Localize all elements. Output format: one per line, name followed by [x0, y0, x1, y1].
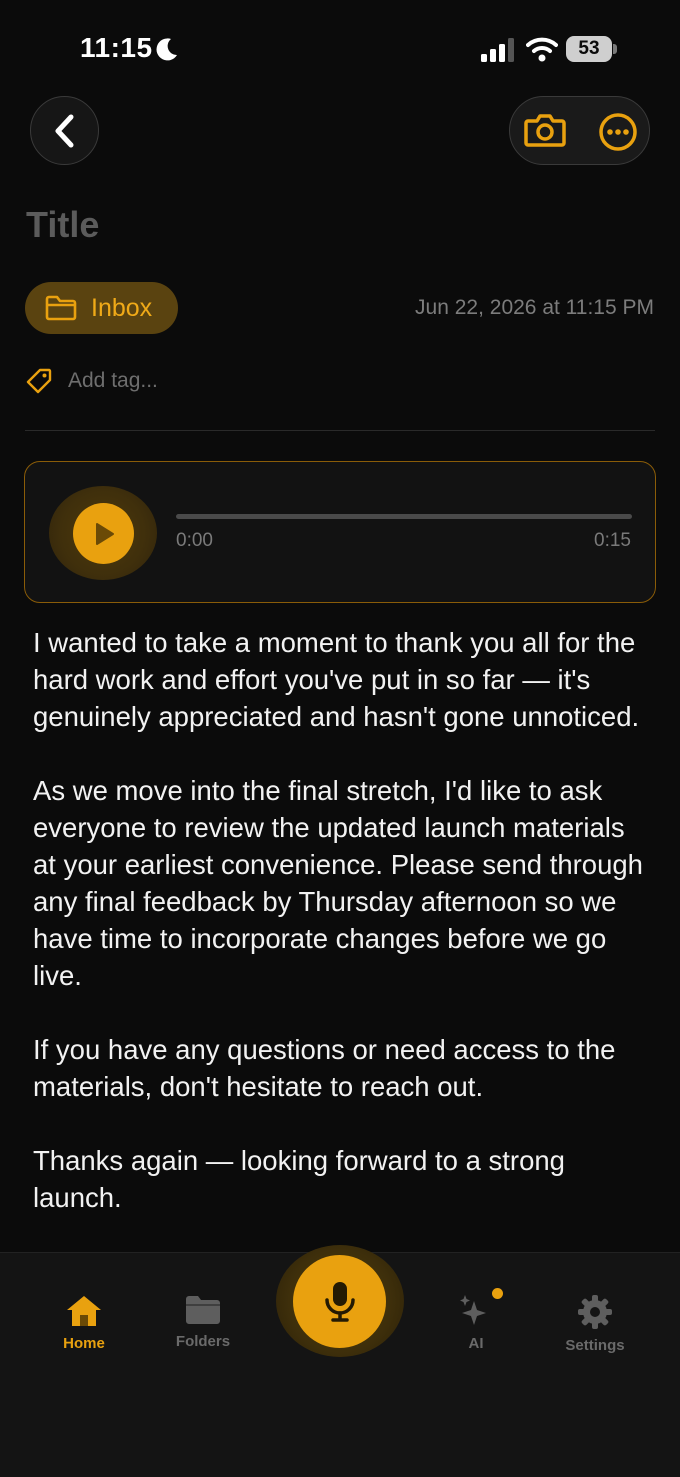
- audio-player: 0:00 0:15: [24, 461, 656, 603]
- record-button[interactable]: [293, 1255, 386, 1348]
- add-tag-placeholder: Add tag...: [68, 369, 158, 392]
- moon-icon: [156, 38, 177, 61]
- audio-progress-slider[interactable]: [176, 514, 632, 519]
- more-options-icon[interactable]: [598, 112, 638, 152]
- folder-icon: [45, 295, 77, 321]
- back-button[interactable]: [30, 96, 99, 165]
- tab-folders-label: Folders: [175, 1333, 231, 1350]
- tag-icon: [26, 368, 52, 394]
- wifi-icon: [526, 37, 558, 62]
- play-icon: [95, 522, 114, 545]
- cellular-signal-icon: [481, 38, 514, 62]
- note-editor-screen: 11:15 53 Title Inbox Jun 22, 2026 at 11:…: [0, 0, 680, 1477]
- tab-ai-label: AI: [468, 1335, 484, 1352]
- battery-level: 53: [578, 38, 600, 59]
- folder-chip-label: Inbox: [91, 293, 153, 322]
- tab-home[interactable]: Home: [34, 1293, 134, 1352]
- chevron-left-icon: [55, 114, 73, 147]
- header-actions: [509, 96, 650, 165]
- home-icon: [67, 1296, 101, 1326]
- camera-icon[interactable]: [524, 111, 566, 149]
- audio-current-time: 0:00: [176, 530, 213, 551]
- ai-notification-dot: [492, 1288, 503, 1299]
- status-time: 11:15: [80, 32, 153, 63]
- sparkles-icon: [460, 1295, 486, 1325]
- note-body-text[interactable]: I wanted to take a moment to thank you a…: [33, 624, 653, 1253]
- tab-home-label: Home: [63, 1335, 105, 1352]
- status-bar: 11:15 53: [0, 0, 680, 100]
- tab-folders[interactable]: Folders: [153, 1293, 253, 1350]
- audio-total-time: 0:15: [594, 530, 631, 551]
- note-date: Jun 22, 2026 at 11:15 PM: [415, 296, 654, 319]
- note-paragraph: Thanks again — looking forward to a stro…: [33, 1145, 565, 1213]
- folder-chip[interactable]: Inbox: [25, 282, 178, 334]
- note-paragraph: If you have any questions or need access…: [33, 1034, 616, 1102]
- microphone-icon: [324, 1281, 355, 1322]
- note-paragraph: As we move into the final stretch, I'd l…: [33, 775, 643, 991]
- add-tag-row[interactable]: Add tag...: [26, 368, 158, 394]
- title-input[interactable]: Title: [26, 204, 99, 246]
- tab-bar: Home Folders AI Settings: [0, 1245, 680, 1477]
- play-button[interactable]: [73, 503, 134, 564]
- tab-settings[interactable]: Settings: [545, 1293, 645, 1354]
- note-paragraph: I wanted to take a moment to thank you a…: [33, 627, 640, 732]
- folder-icon: [186, 1296, 220, 1324]
- divider: [25, 430, 655, 431]
- battery-indicator: 53: [566, 36, 618, 62]
- gear-icon: [578, 1295, 612, 1329]
- tab-ai[interactable]: AI: [426, 1293, 526, 1352]
- tab-settings-label: Settings: [565, 1337, 625, 1354]
